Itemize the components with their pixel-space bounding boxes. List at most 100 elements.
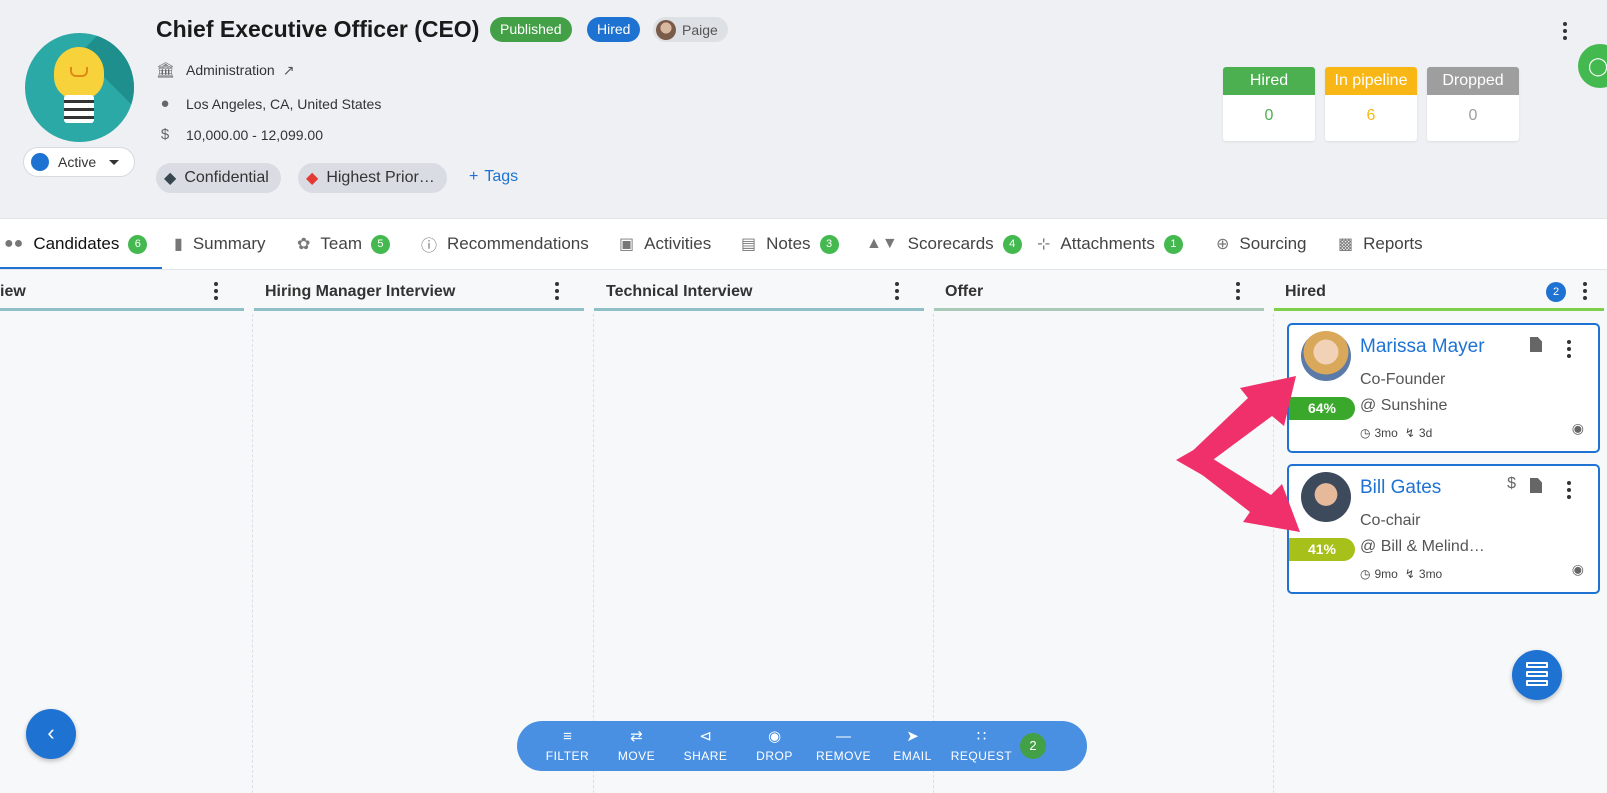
move-label: MOVE	[617, 749, 656, 763]
tab-label: Reports	[1363, 234, 1423, 253]
tab-summary[interactable]: ▮ Summary	[174, 219, 266, 269]
tab-count-badge: 3	[819, 234, 839, 254]
stage-title: Technical Interview	[606, 283, 753, 300]
dollar-icon[interactable]: $	[1507, 475, 1516, 493]
tag-chip-highest-priority[interactable]: ◆ Highest Prior…	[298, 163, 447, 193]
tab-reports[interactable]: ▩ Reports	[1338, 219, 1423, 269]
job-more-icon[interactable]	[1563, 22, 1567, 43]
thumbs-icon: ▲▼	[866, 235, 898, 252]
clock-icon: ◷	[1360, 426, 1371, 440]
selected-count-badge: 2	[1020, 733, 1046, 759]
info-icon: ⓘ	[421, 238, 438, 255]
remove-button[interactable]: — REMOVE	[809, 721, 878, 771]
back-button[interactable]: ‹	[26, 709, 76, 759]
stage-more-icon[interactable]	[555, 282, 559, 303]
stat-hired: Hired 0	[1223, 67, 1315, 141]
add-tags-button[interactable]: + Tags	[469, 168, 518, 186]
candidate-company: @ Bill & Melind…	[1360, 538, 1485, 555]
candidate-meta: ◷ 9mo ↯ 3mo	[1360, 567, 1442, 581]
view-toggle-button[interactable]	[1512, 650, 1562, 700]
calendar-icon: ▣	[619, 236, 635, 253]
candidate-role: Co-Founder	[1360, 371, 1446, 388]
tab-candidates[interactable]: ●● Candidates 6	[4, 219, 148, 269]
add-tags-label: Tags	[484, 168, 519, 185]
department-name: Administration	[186, 62, 275, 78]
tips-button[interactable]: ◯	[1578, 44, 1607, 88]
stage-count-badge: 2	[1546, 282, 1566, 302]
tab-count-badge: 4	[1002, 234, 1022, 254]
move-icon: ⇄	[630, 728, 643, 745]
eye-icon[interactable]: ◉	[1572, 561, 1584, 578]
location-text: Los Angeles, CA, United States	[186, 95, 382, 112]
published-badge: Published	[490, 17, 572, 42]
job-status-select[interactable]: Active	[23, 147, 135, 177]
team-icon: ✿	[297, 236, 311, 253]
eye-icon[interactable]: ◉	[1572, 420, 1584, 437]
location-pin-icon: ●	[160, 95, 170, 112]
candidate-card[interactable]: Marissa Mayer Co-Founder 64% @ Sunshine …	[1287, 323, 1600, 453]
candidate-card[interactable]: Bill Gates $ Co-chair 41% @ Bill & Melin…	[1287, 464, 1600, 594]
tab-activities[interactable]: ▣ Activities	[619, 219, 711, 269]
document-icon[interactable]	[1530, 478, 1542, 493]
tag-icon: ◆	[306, 170, 319, 187]
tab-label: Activities	[644, 234, 712, 253]
stage-title: iew	[0, 283, 26, 300]
tab-scorecards[interactable]: ▲▼ Scorecards 4	[866, 219, 1022, 269]
tab-label: Sourcing	[1239, 234, 1307, 253]
external-link-icon[interactable]: ↗	[283, 62, 295, 79]
stage-column-hiring-manager-interview: Hiring Manager Interview	[254, 270, 584, 793]
filter-button[interactable]: ≡ FILTER	[533, 721, 602, 771]
request-label: REQUEST	[950, 749, 1013, 763]
tag-chip-confidential[interactable]: ◆ Confidential	[156, 163, 281, 193]
stat-value: 6	[1366, 107, 1376, 124]
stat-label: Hired	[1223, 67, 1315, 95]
remove-label: REMOVE	[815, 749, 871, 763]
people-icon: ●●	[4, 235, 24, 252]
stage-more-icon[interactable]	[214, 282, 218, 303]
job-status-value: Active	[58, 154, 97, 170]
plus-icon: +	[469, 168, 479, 185]
location-row: ● Los Angeles, CA, United States	[156, 95, 381, 112]
reports-icon: ▩	[1338, 236, 1354, 253]
candidate-meta: ◷ 3mo ↯ 3d	[1360, 426, 1432, 440]
candidate-age: 3mo	[1374, 426, 1398, 440]
document-icon[interactable]	[1530, 337, 1542, 352]
stage-more-icon[interactable]	[895, 282, 899, 303]
clock-icon: ◷	[1360, 567, 1371, 581]
stage-more-icon[interactable]	[1583, 282, 1587, 303]
tab-label: Summary	[192, 234, 266, 253]
drop-button[interactable]: ◉ DROP	[740, 721, 809, 771]
candidate-company: @ Sunshine	[1360, 397, 1448, 414]
email-label: EMAIL	[893, 749, 932, 763]
candidate-name-link[interactable]: Bill Gates	[1360, 477, 1441, 499]
card-more-icon[interactable]	[1567, 340, 1571, 361]
share-button[interactable]: ⊲ SHARE	[671, 721, 740, 771]
candidate-name-link[interactable]: Marissa Mayer	[1360, 336, 1485, 358]
stage-column-technical-interview: Technical Interview	[594, 270, 924, 793]
request-button[interactable]: ∷ REQUEST	[947, 721, 1016, 771]
tab-label: Scorecards	[907, 234, 994, 253]
tab-label: Candidates	[33, 234, 120, 253]
tab-team[interactable]: ✿ Team 5	[297, 219, 390, 269]
candidate-activity: 3mo	[1418, 567, 1443, 581]
tag-icon: ◆	[164, 170, 177, 187]
stat-dropped: Dropped 0	[1427, 67, 1519, 141]
stat-value: 0	[1264, 107, 1274, 124]
stage-more-icon[interactable]	[1236, 282, 1240, 303]
tab-notes[interactable]: ▤ Notes 3	[741, 219, 839, 269]
card-more-icon[interactable]	[1567, 481, 1571, 502]
lightning-icon: ↯	[1404, 567, 1415, 581]
list-view-icon	[1526, 662, 1548, 668]
stat-label: Dropped	[1427, 67, 1519, 95]
email-button[interactable]: ➤ EMAIL	[878, 721, 947, 771]
salary-text: 10,000.00 - 12,099.00	[186, 126, 324, 143]
tag-label: Highest Prior…	[326, 169, 435, 186]
active-tab-indicator	[0, 267, 162, 269]
drop-label: DROP	[756, 749, 793, 763]
tab-sourcing[interactable]: ⊕ Sourcing	[1216, 219, 1307, 269]
move-button[interactable]: ⇄ MOVE	[602, 721, 671, 771]
list-view-icon	[1526, 671, 1548, 677]
tab-recommendations[interactable]: ⓘ Recommendations	[421, 219, 589, 269]
owner-chip[interactable]: Paige	[653, 17, 728, 42]
tab-attachments[interactable]: ⊹ Attachments 1	[1037, 219, 1183, 269]
